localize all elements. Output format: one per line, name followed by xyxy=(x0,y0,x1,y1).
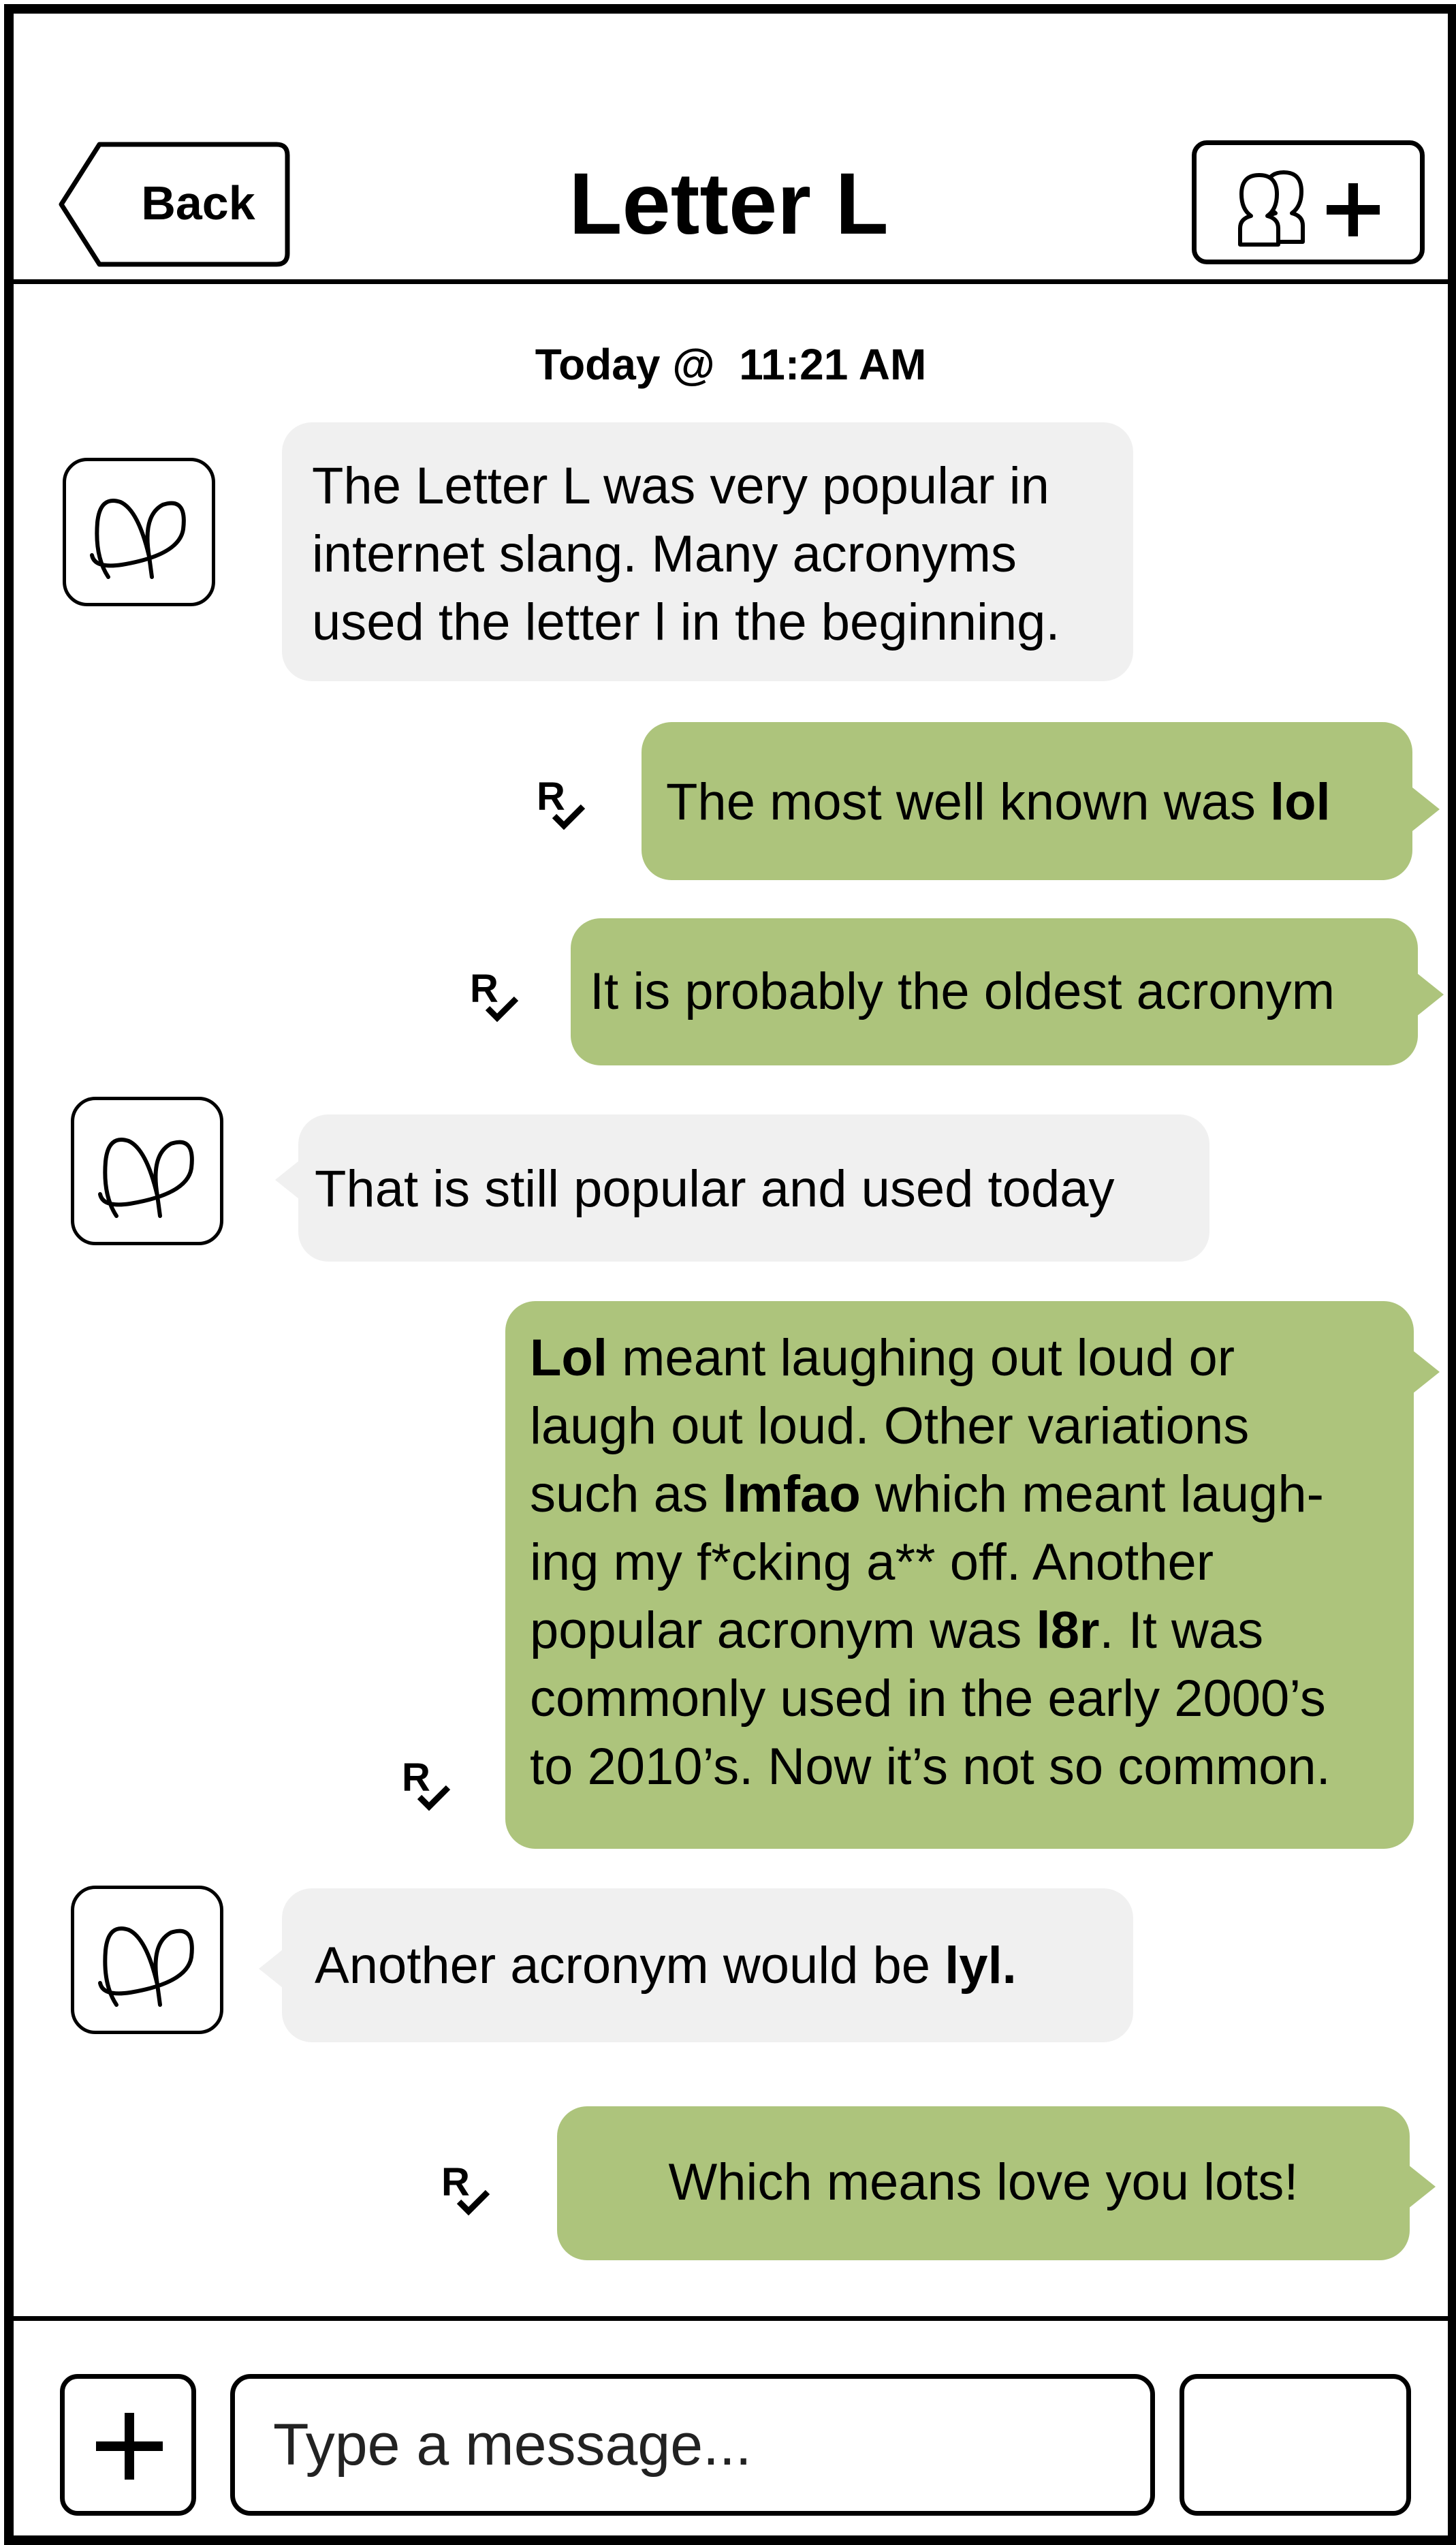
message-bubble-outgoing[interactable]: Lol meant laughing out loud or laugh out… xyxy=(505,1301,1414,1849)
back-button[interactable]: Back xyxy=(59,142,290,267)
signature-avatar-icon xyxy=(90,499,186,579)
contact-avatar[interactable] xyxy=(71,1097,223,1245)
message-line: popular acronym was l8r. It was xyxy=(530,1602,1264,1659)
checkmark-icon xyxy=(552,804,586,830)
checkmark-icon xyxy=(456,2189,490,2216)
message-bubble-outgoing[interactable]: The most well known was lol xyxy=(642,722,1412,880)
checkmark-icon xyxy=(417,1785,451,1811)
header-bar: Back Letter L xyxy=(14,14,1448,284)
bubble-tail xyxy=(1412,1350,1440,1394)
message-text: The most well known was lol xyxy=(666,773,1331,831)
phone-frame: Back Letter L Today @ 11:21 AM The Lette… xyxy=(4,4,1456,2545)
message-line: laugh out loud. Other variations xyxy=(530,1397,1250,1455)
message-text: Another acronym would be lyl. xyxy=(315,1937,1017,1995)
contact-avatar[interactable] xyxy=(71,1886,223,2034)
message-line: commonly used in the early 2000’s xyxy=(530,1670,1326,1728)
signature-avatar-icon xyxy=(98,1926,194,2007)
message-line: such as lmfao which meant laugh- xyxy=(530,1465,1324,1523)
signature-avatar-icon xyxy=(98,1138,194,1218)
conversation-timestamp: Today @ 11:21 AM xyxy=(535,340,927,389)
read-receipt: R xyxy=(441,2161,503,2229)
message-line: used the letter l in the beginning. xyxy=(312,593,1060,651)
contact-avatar[interactable] xyxy=(63,458,215,606)
bubble-tail xyxy=(1412,787,1440,831)
message-line: Lol meant laughing out loud or xyxy=(530,1329,1235,1387)
message-bubble-outgoing[interactable]: It is probably the oldest acronym xyxy=(571,918,1418,1065)
add-attachment-button[interactable] xyxy=(60,2374,196,2516)
back-label: Back xyxy=(141,176,255,230)
conversation-title: Letter L xyxy=(569,155,889,253)
plus-icon xyxy=(96,2413,163,2480)
read-receipt: R xyxy=(402,1756,463,1824)
message-line: internet slang. Many acronyms xyxy=(312,525,1017,583)
send-button[interactable] xyxy=(1180,2374,1411,2516)
message-bubble-incoming[interactable]: Another acronym would be lyl. xyxy=(282,1888,1133,2042)
read-receipt: R xyxy=(470,967,531,1035)
bubble-tail xyxy=(1417,973,1444,1016)
message-line: to 2010’s. Now it’s not so common. xyxy=(530,1738,1331,1796)
message-input[interactable] xyxy=(230,2374,1155,2516)
message-bubble-incoming[interactable]: The Letter L was very popular in interne… xyxy=(282,422,1133,681)
read-receipt: R xyxy=(537,775,598,843)
message-line: ing my f*cking a** off. Another xyxy=(530,1533,1214,1591)
message-composer xyxy=(14,2316,1448,2540)
checkmark-icon xyxy=(485,996,519,1022)
message-line: The Letter L was very popular in xyxy=(312,457,1049,515)
message-bubble-incoming[interactable]: That is still popular and used today xyxy=(298,1114,1209,1262)
add-contact-button[interactable] xyxy=(1192,140,1425,264)
add-contact-icon xyxy=(1238,170,1380,247)
message-text: Which means love you lots! xyxy=(668,2153,1299,2211)
message-text: That is still popular and used today xyxy=(315,1160,1115,1218)
bubble-tail xyxy=(1408,2165,1436,2208)
message-bubble-outgoing[interactable]: Which means love you lots! xyxy=(557,2106,1410,2260)
message-text: It is probably the oldest acronym xyxy=(590,963,1335,1020)
